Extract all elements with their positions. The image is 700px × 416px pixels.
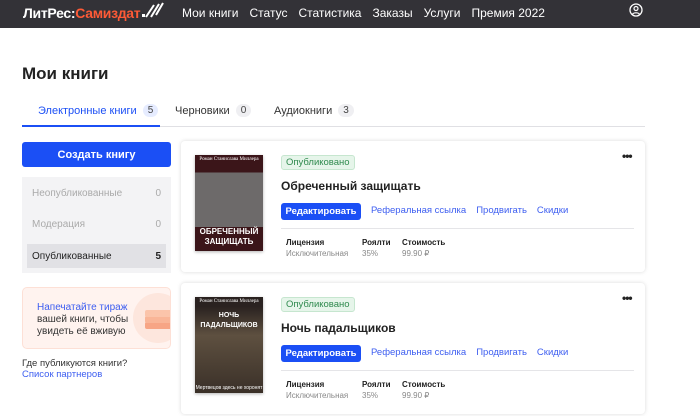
royalty-value: 35% bbox=[362, 249, 379, 258]
nav-my-books[interactable]: Мои книги bbox=[182, 6, 239, 20]
status-count: 0 bbox=[155, 218, 161, 230]
promo-link[interactable]: Напечатайте тираж bbox=[37, 302, 127, 313]
nav-orders[interactable]: Заказы bbox=[372, 6, 412, 20]
create-book-button[interactable]: Создать книгу bbox=[22, 142, 171, 167]
cover-author: Роман Станислава Миллера bbox=[199, 299, 259, 304]
book-cover[interactable]: Роман Станислава Миллера НОЧЬ ПАДАЛЬЩИКО… bbox=[195, 297, 263, 393]
referral-link[interactable]: Реферальная ссылка bbox=[371, 347, 466, 358]
tab-label: Электронные книги bbox=[38, 104, 137, 117]
license-label: Лицензия bbox=[286, 380, 325, 389]
tab-count: 0 bbox=[235, 104, 252, 117]
divider bbox=[281, 228, 634, 229]
tab-drafts[interactable]: Черновики 0 bbox=[175, 104, 252, 117]
nav-services[interactable]: Услуги bbox=[424, 6, 461, 20]
status-published[interactable]: Опубликованные 5 bbox=[27, 244, 166, 268]
logo[interactable]: ЛитРес:Самиздат bbox=[23, 5, 141, 21]
status-count: 0 bbox=[155, 187, 161, 199]
tab-count: 3 bbox=[338, 104, 354, 117]
tab-count: 5 bbox=[142, 104, 159, 117]
status-label: Модерация bbox=[32, 218, 86, 230]
royalty-value: 35% bbox=[362, 391, 379, 400]
status-label: Опубликованные bbox=[32, 250, 112, 262]
divider bbox=[281, 370, 634, 371]
status-badge: Опубликовано bbox=[281, 155, 355, 170]
price-value: 99.90 ₽ bbox=[402, 249, 430, 258]
tab-ebooks[interactable]: Электронные книги 5 bbox=[38, 104, 159, 117]
nav-statistics[interactable]: Статистика bbox=[298, 6, 361, 20]
royalty-label: Роялти bbox=[362, 238, 391, 247]
edit-button[interactable]: Редактировать bbox=[281, 345, 361, 362]
tab-label: Черновики bbox=[175, 104, 230, 117]
nav-status[interactable]: Статус bbox=[250, 6, 288, 20]
book-title[interactable]: Обреченный защищать bbox=[281, 179, 421, 193]
cover-author: Роман Станислава Миллера bbox=[199, 157, 259, 162]
license-label: Лицензия bbox=[286, 238, 325, 247]
book-card: Роман Станислава Миллера НОЧЬ ПАДАЛЬЩИКО… bbox=[181, 283, 645, 414]
logo-slashes-icon bbox=[142, 2, 164, 18]
logo-main: ЛитРес: bbox=[23, 5, 76, 21]
user-icon[interactable] bbox=[629, 3, 643, 17]
license-value: Исключительная bbox=[286, 249, 349, 258]
more-options-icon[interactable]: ••• bbox=[622, 291, 633, 305]
main-nav: Мои книги Статус Статистика Заказы Услуг… bbox=[182, 6, 545, 20]
discounts-link[interactable]: Скидки bbox=[537, 347, 568, 358]
active-tab-underline bbox=[22, 125, 160, 127]
price-label: Стоимость bbox=[402, 238, 446, 247]
cover-title: ОБРЕЧЕННЫЙ ЗАЩИЩАТЬ bbox=[199, 227, 259, 246]
cover-subtitle: Мертвецов здесь не хоронят bbox=[195, 385, 263, 391]
status-moderation[interactable]: Модерация 0 bbox=[27, 212, 166, 236]
where-published-question: Где публикуются книги? bbox=[22, 358, 128, 369]
edit-button[interactable]: Редактировать bbox=[281, 203, 361, 220]
tabs: Электронные книги 5 Черновики 0 Аудиокниги… bbox=[22, 100, 645, 127]
promote-link[interactable]: Продвигать bbox=[476, 347, 527, 358]
print-promo[interactable]: Напечатайте тираж вашей книги, чтобы увид… bbox=[22, 287, 171, 349]
tab-audiobooks[interactable]: Аудиокниги 3 bbox=[274, 104, 354, 117]
book-cover[interactable]: Роман Станислава Миллера ОБРЕЧЕННЫЙ ЗАЩИ… bbox=[195, 155, 263, 251]
partners-list-link[interactable]: Список партнеров bbox=[22, 369, 127, 380]
license-value: Исключительная bbox=[286, 391, 349, 400]
status-label: Неопубликованные bbox=[32, 187, 123, 199]
cover-title: НОЧЬ ПАДАЛЬЩИКОВ bbox=[200, 312, 258, 329]
status-unpublished[interactable]: Неопубликованные 0 bbox=[27, 181, 166, 205]
tab-label: Аудиокниги bbox=[274, 104, 333, 117]
page-title: Мои книги bbox=[22, 64, 109, 83]
status-filter: Неопубликованные 0 Модерация 0 Опубликован… bbox=[22, 177, 171, 273]
referral-link[interactable]: Реферальная ссылка bbox=[371, 205, 466, 216]
price-label: Стоимость bbox=[402, 380, 446, 389]
book-stack-icon bbox=[145, 310, 170, 329]
nav-award[interactable]: Премия 2022 bbox=[472, 6, 545, 20]
price-value: 99.90 ₽ bbox=[402, 391, 430, 400]
status-badge: Опубликовано bbox=[281, 297, 355, 312]
more-options-icon[interactable]: ••• bbox=[622, 149, 633, 163]
logo-accent: Самиздат bbox=[75, 5, 141, 21]
top-header: ЛитРес:Самиздат Мои книги Статус Статист… bbox=[0, 0, 700, 28]
promo-text: вашей книги, чтобы увидеть её вживую bbox=[37, 314, 129, 337]
book-title[interactable]: Ночь падальщиков bbox=[281, 321, 396, 335]
status-count: 5 bbox=[155, 250, 161, 262]
royalty-label: Роялти bbox=[362, 380, 391, 389]
book-card: Роман Станислава Миллера ОБРЕЧЕННЫЙ ЗАЩИ… bbox=[181, 141, 645, 272]
discounts-link[interactable]: Скидки bbox=[537, 205, 568, 216]
promote-link[interactable]: Продвигать bbox=[476, 205, 527, 216]
